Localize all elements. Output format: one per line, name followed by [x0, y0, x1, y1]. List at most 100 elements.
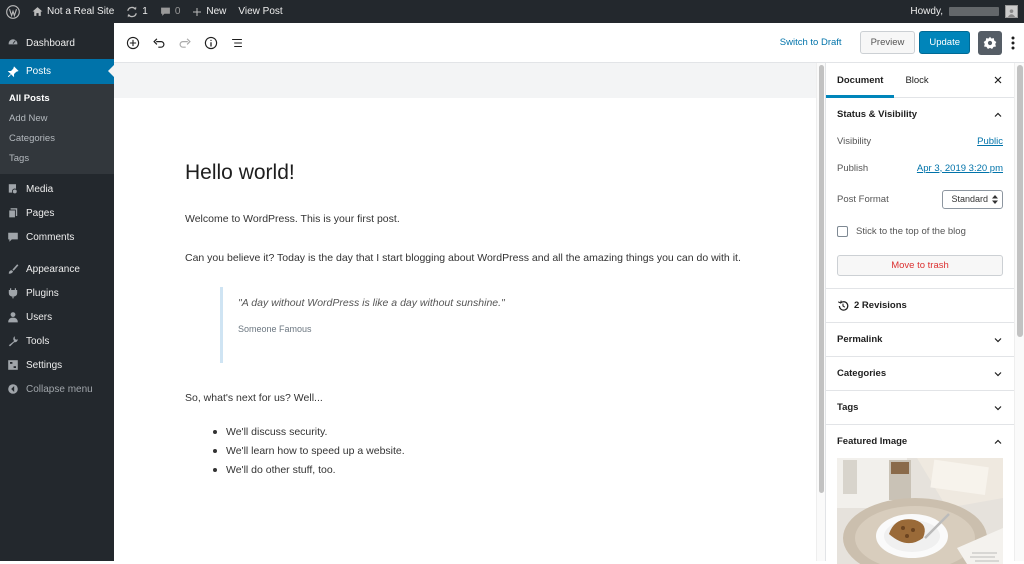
quote-block[interactable]: "A day without WordPress is like a day w… [220, 287, 745, 363]
sidebar-item-label: Settings [26, 359, 63, 371]
gear-icon [983, 36, 997, 49]
admin-bar: Not a Real Site 1 0 New View Post Howdy, [0, 0, 1024, 23]
publish-row: Publish Apr 3, 2019 3:20 pm [826, 151, 1014, 185]
sidebar-item-tools[interactable]: Tools [0, 329, 114, 353]
chevron-up-icon [994, 439, 1002, 444]
collapse-menu-button[interactable]: Collapse menu [0, 377, 114, 401]
switch-to-draft-button[interactable]: Switch to Draft [780, 37, 842, 48]
brush-icon [8, 264, 19, 274]
comment-icon [8, 232, 18, 242]
post-format-select[interactable]: Standard [942, 189, 1003, 209]
view-post-link[interactable]: View Post [232, 0, 288, 23]
comment-icon [160, 7, 170, 16]
sidebar-item-label: Dashboard [26, 37, 75, 49]
site-name-link[interactable]: Not a Real Site [26, 0, 120, 23]
panel-title: Categories [837, 368, 887, 379]
comments-link[interactable]: 0 [154, 0, 187, 23]
updates-link[interactable]: 1 [120, 0, 154, 23]
sidebar-item-media[interactable]: Media [0, 177, 114, 201]
block-navigation-icon[interactable] [230, 36, 244, 50]
preview-button[interactable]: Preview [859, 31, 916, 54]
status-visibility-toggle[interactable]: Status & Visibility [826, 98, 1014, 131]
collapse-label: Collapse menu [26, 383, 93, 395]
sidebar-item-label: Appearance [26, 263, 80, 275]
panel-scrollbar[interactable] [1014, 63, 1024, 561]
sidebar-item-comments[interactable]: Comments [0, 225, 114, 249]
update-button[interactable]: Update [919, 31, 970, 54]
submenu-add-new[interactable]: Add New [0, 109, 114, 129]
quote-citation: Someone Famous [238, 324, 312, 334]
submenu-tags[interactable]: Tags [0, 149, 114, 169]
panel-title: Status & Visibility [837, 109, 918, 120]
post-format-label: Post Format [837, 193, 889, 205]
sidebar-item-appearance[interactable]: Appearance [0, 257, 114, 281]
sticky-checkbox[interactable] [837, 225, 848, 237]
submenu-categories[interactable]: Categories [0, 129, 114, 149]
revisions-panel[interactable]: 2 Revisions [826, 289, 1014, 323]
panel-title: Featured Image [837, 436, 908, 447]
more-vertical-icon [1011, 36, 1015, 49]
editor-toolbar: Switch to Draft Preview Update [114, 23, 1024, 63]
select-arrows-icon [992, 194, 998, 204]
sidebar-item-users[interactable]: Users [0, 305, 114, 329]
new-content-link[interactable]: New [186, 0, 232, 23]
redo-icon[interactable] [178, 36, 192, 50]
chevron-down-icon [994, 337, 1002, 342]
post-format-value: Standard [951, 194, 988, 204]
chevron-up-icon [994, 112, 1002, 117]
list-item: We'll do other stuff, too. [213, 460, 745, 479]
admin-sidebar: Dashboard Posts All Posts Add New Catego… [0, 23, 114, 561]
sidebar-item-label: Media [26, 183, 54, 195]
move-to-trash-button[interactable]: Move to trash [837, 255, 1003, 276]
sidebar-item-settings[interactable]: Settings [0, 353, 114, 377]
close-icon[interactable] [992, 74, 1004, 86]
undo-icon[interactable] [152, 36, 166, 50]
categories-panel[interactable]: Categories [826, 357, 1014, 391]
sidebar-item-pages[interactable]: Pages [0, 201, 114, 225]
tags-panel[interactable]: Tags [826, 391, 1014, 425]
paragraph-block[interactable]: Welcome to WordPress. This is your first… [185, 209, 745, 229]
paragraph-block[interactable]: Can you believe it? Today is the day tha… [185, 248, 745, 268]
submenu-all-posts[interactable]: All Posts [0, 89, 114, 109]
paragraph-block[interactable]: So, what's next for us? Well... [185, 388, 745, 408]
post-content: Hello world! Welcome to WordPress. This … [185, 161, 745, 479]
sidebar-item-posts[interactable]: Posts [0, 59, 114, 84]
howdy-label: Howdy, [910, 6, 943, 17]
list-block[interactable]: We'll discuss security. We'll learn how … [213, 422, 745, 479]
media-icon [8, 184, 18, 195]
more-menu-button[interactable] [1008, 33, 1018, 53]
list-item: We'll learn how to speed up a website. [213, 441, 745, 460]
sticky-row: Stick to the top of the blog [826, 213, 1014, 249]
wordpress-logo-icon[interactable] [0, 0, 26, 23]
visibility-link[interactable]: Public [977, 136, 1003, 147]
featured-image-toggle[interactable]: Featured Image [826, 425, 1014, 458]
pages-icon [8, 208, 18, 219]
add-block-icon[interactable] [126, 36, 140, 50]
tab-document[interactable]: Document [826, 63, 895, 98]
sidebar-item-plugins[interactable]: Plugins [0, 281, 114, 305]
backup-icon [837, 299, 849, 311]
account-menu[interactable]: Howdy, [910, 5, 1024, 18]
comments-count: 0 [174, 6, 181, 17]
publish-label: Publish [837, 162, 869, 174]
sidebar-item-dashboard[interactable]: Dashboard [0, 31, 114, 55]
plus-icon [193, 7, 202, 16]
panel-title: Tags [837, 402, 859, 413]
canvas-scrollbar-thumb[interactable] [819, 65, 824, 493]
panel-scrollbar-thumb[interactable] [1017, 65, 1023, 337]
sidebar-item-label: Pages [26, 207, 55, 219]
new-label: New [206, 6, 227, 17]
permalink-panel[interactable]: Permalink [826, 323, 1014, 357]
view-post-label: View Post [238, 6, 283, 17]
updates-count: 1 [142, 6, 148, 17]
post-title[interactable]: Hello world! [185, 161, 745, 185]
info-icon[interactable] [204, 36, 218, 50]
featured-image[interactable] [837, 458, 1003, 564]
sidebar-item-label: Comments [26, 231, 75, 243]
editor-canvas: Hello world! Welcome to WordPress. This … [114, 63, 816, 561]
settings-toggle-button[interactable] [978, 30, 1002, 55]
canvas-scrollbar[interactable] [816, 63, 825, 561]
settings-sidebar: Document Block Status & Visibility Visib… [825, 63, 1014, 564]
tab-block[interactable]: Block [894, 63, 939, 98]
publish-date-link[interactable]: Apr 3, 2019 3:20 pm [917, 163, 1003, 174]
